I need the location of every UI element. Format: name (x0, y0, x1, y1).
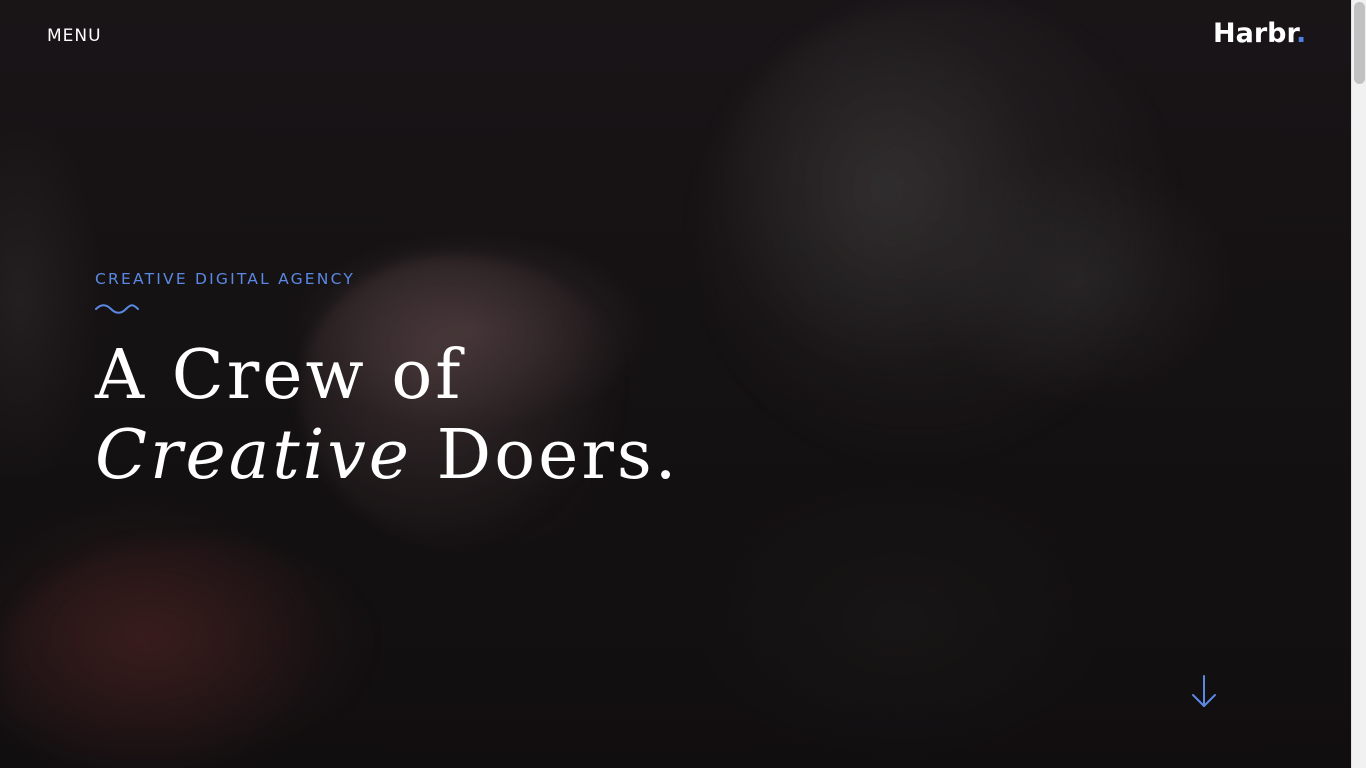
menu-button[interactable]: MENU (47, 26, 102, 46)
wave-divider-icon (95, 304, 139, 314)
arrow-down-icon[interactable] (1190, 674, 1218, 710)
site-logo[interactable]: Harbr. (1213, 18, 1306, 49)
hero-section: MENU Harbr. CREATIVE DIGITAL AGENCY A Cr… (0, 0, 1351, 768)
hero-headline: A Crew of Creative Doers. (95, 336, 895, 496)
headline-line-2-rest: Doers. (412, 416, 680, 495)
hero-content: CREATIVE DIGITAL AGENCY A Crew of Creati… (95, 270, 895, 542)
logo-text: Harbr (1213, 18, 1296, 49)
scrollbar-thumb[interactable] (1354, 2, 1365, 84)
headline-italic-word: Creative (95, 416, 413, 495)
page-scrollbar[interactable] (1351, 0, 1366, 768)
headline-line-1: A Crew of (95, 336, 464, 415)
headline-line-2: Creative Doers. (95, 416, 895, 496)
hero-eyebrow: CREATIVE DIGITAL AGENCY (95, 270, 356, 288)
logo-dot: . (1295, 18, 1307, 49)
